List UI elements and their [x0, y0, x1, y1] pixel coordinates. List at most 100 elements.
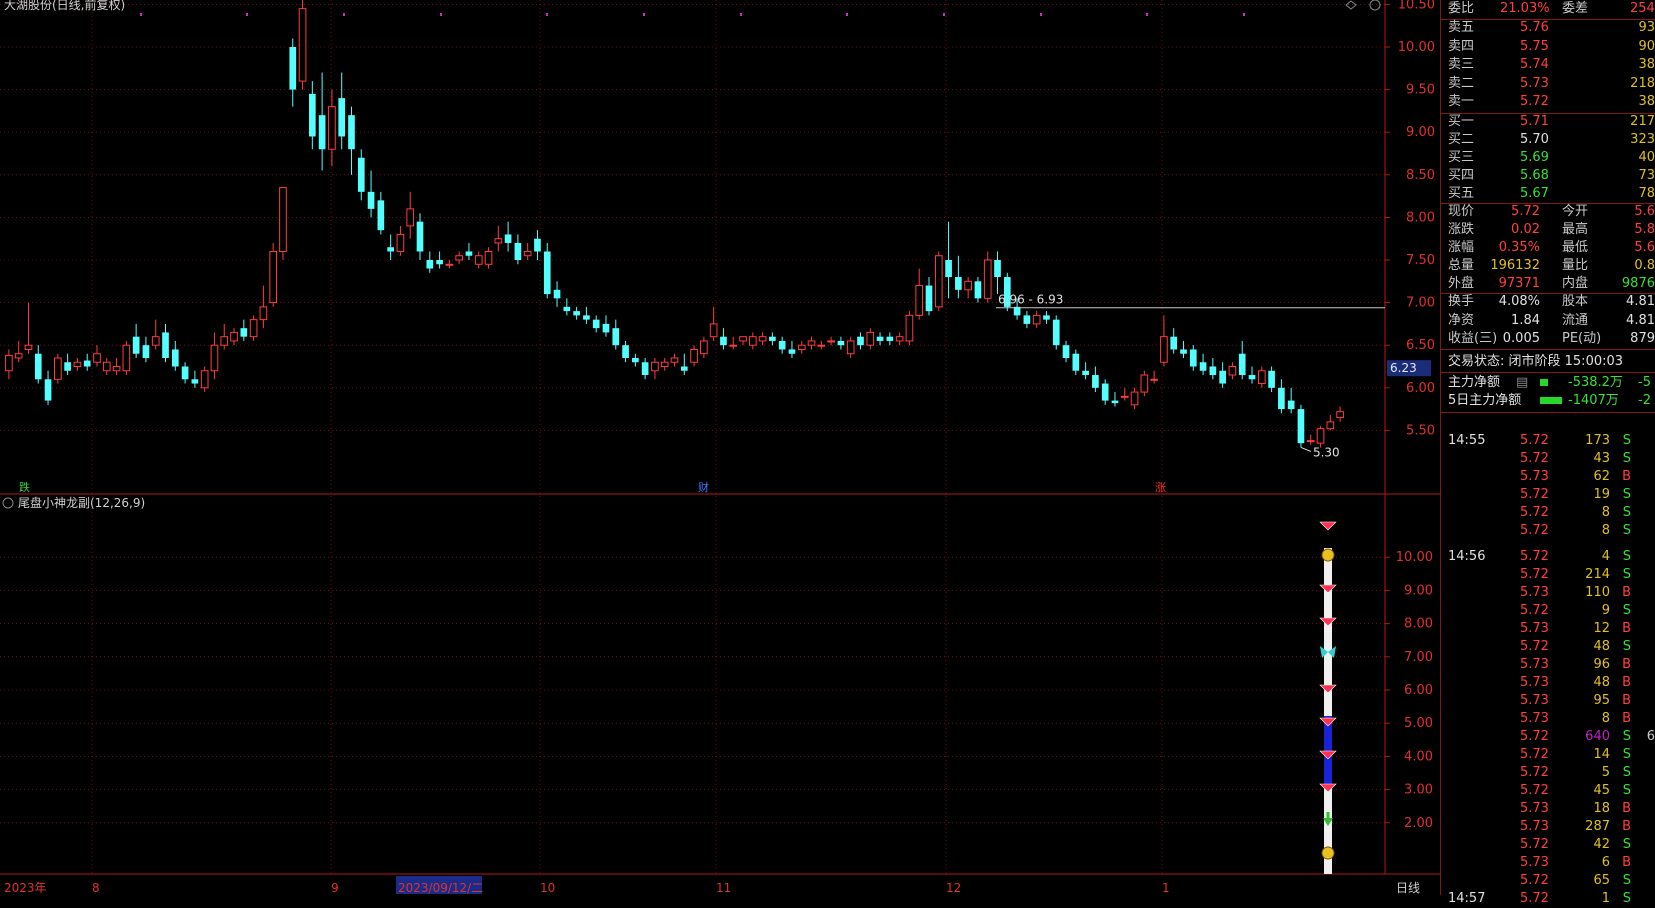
candle [426, 251, 434, 273]
stat-label: PE(动) [1562, 331, 1602, 347]
candle [934, 251, 943, 312]
event-dot [740, 13, 742, 16]
candle-body [523, 250, 532, 257]
candle [1062, 340, 1070, 363]
candle-body [1306, 440, 1315, 443]
trade-status: 交易状态: 闭市阶段 15:00:03 [1440, 353, 1655, 371]
ask-label: 卖二 [1448, 75, 1475, 91]
stat-row: 收益(三) 0.005 PE(动) 879 [1440, 330, 1655, 348]
candle-body [504, 234, 512, 243]
date-axis-label: 2023/09/12/二 [398, 881, 483, 895]
tick-side: S [1622, 747, 1631, 762]
gem-icon [1319, 617, 1337, 627]
event-dot [1040, 13, 1042, 16]
collapse-icon[interactable] [2, 497, 14, 509]
kline-chart[interactable]: 10.50 10.00 9.50 9.00 8.50 8.00 7.50 7.00 6.50 6.… [0, 0, 1440, 895]
bid-row: 买二 5.70 323 [1440, 131, 1655, 149]
price-axis-label: 9.50 [1406, 83, 1435, 98]
tick-row: 5.73 95 B [1440, 692, 1655, 710]
candle-body [934, 255, 943, 308]
main-flow-label: 主力净额 [1448, 375, 1501, 390]
diamond-icon[interactable] [1345, 0, 1357, 10]
main-flow5-pct: -2 [1638, 393, 1651, 408]
candle [112, 357, 121, 376]
candle-body [191, 379, 199, 384]
candle-body [602, 323, 610, 333]
tick-row: 5.72 8 S [1440, 504, 1655, 522]
candle [298, 0, 307, 90]
candle [396, 225, 405, 256]
tick-row: 5.73 62 B [1440, 468, 1655, 486]
candle [886, 332, 894, 346]
tick-side: S [1622, 567, 1631, 582]
candle-body [14, 353, 23, 359]
candle-body [122, 344, 131, 372]
candle-body [748, 336, 757, 346]
candle [1219, 362, 1226, 388]
tick-row: 5.73 110 B [1440, 584, 1655, 602]
candle-body [309, 93, 316, 137]
bid-row: 买五 5.67 78 [1440, 185, 1655, 203]
candle-body [1287, 400, 1295, 410]
candle-body [171, 349, 179, 367]
candle-body [484, 250, 493, 265]
tick-volume: 8 [1601, 523, 1610, 538]
candle [1189, 345, 1197, 371]
event-marker[interactable]: 涨 [1155, 481, 1166, 494]
candle [846, 336, 855, 358]
candle [788, 340, 796, 358]
candle-body [1092, 375, 1099, 388]
event-dot [846, 13, 848, 16]
ask-price: 5.74 [1520, 57, 1549, 73]
tick-price: 5.72 [1520, 837, 1549, 852]
tick-price: 5.73 [1520, 693, 1549, 708]
price-axis-label: 8.50 [1406, 168, 1435, 183]
tick-price: 5.72 [1520, 765, 1549, 780]
candle-body [102, 361, 111, 372]
price-axis-label: 8.00 [1406, 210, 1435, 225]
candle [318, 72, 326, 171]
candle-body [1268, 370, 1275, 388]
menu-icon[interactable]: ▤ [1516, 374, 1528, 392]
candle-body [1189, 349, 1197, 367]
candle-body [573, 311, 580, 316]
candle [162, 323, 169, 363]
candle [14, 340, 23, 363]
tick-volume: 48 [1593, 639, 1610, 654]
settings-icon[interactable] [1369, 0, 1381, 11]
candle-body [720, 336, 727, 346]
candle [1082, 362, 1089, 380]
candle [543, 242, 551, 299]
stat-label: 最高 [1562, 222, 1589, 237]
candle-body [416, 221, 424, 252]
tick-row: 5.73 6 B [1440, 854, 1655, 872]
candle [338, 72, 346, 150]
candle [142, 336, 150, 363]
candle-body [426, 260, 434, 269]
range-label: 6.96 - 6.93 [998, 293, 1063, 307]
tick-time: 14:55 [1448, 433, 1486, 448]
event-dot [1243, 13, 1245, 16]
period-label[interactable]: 日线 [1396, 881, 1420, 895]
stat-value: 4.08% [1498, 294, 1540, 309]
main-flow5-row: 5日主力净额 -1407万 -2 [1440, 392, 1655, 410]
event-marker[interactable]: 跌 [19, 480, 30, 494]
candle [93, 345, 101, 367]
event-dot [643, 13, 645, 16]
candle-body [348, 115, 355, 150]
event-marker[interactable]: 财 [698, 480, 709, 494]
ask-price: 5.75 [1520, 38, 1549, 54]
tick-price: 5.73 [1520, 585, 1549, 600]
event-dot [140, 13, 142, 16]
candle [348, 106, 355, 175]
candle [484, 247, 493, 269]
tick-row: 5.72 19 S [1440, 486, 1655, 504]
tick-row: 5.72 5 S [1440, 764, 1655, 782]
main-flow-value: -538.2万 [1568, 375, 1623, 390]
bid-volume: 323 [1630, 132, 1655, 147]
candle [34, 345, 42, 384]
candle-body [955, 277, 962, 290]
candle [1150, 370, 1158, 384]
candle-body [866, 331, 875, 346]
candle-body [563, 306, 571, 312]
